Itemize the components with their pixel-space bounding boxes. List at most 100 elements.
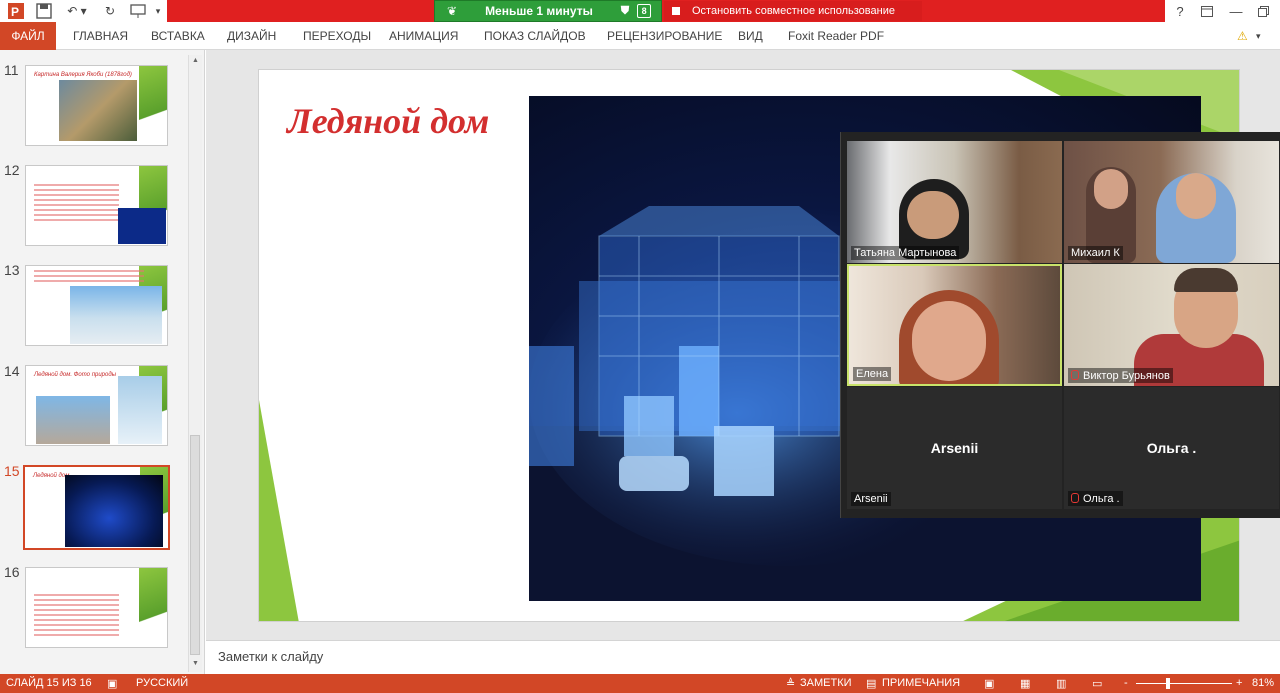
tab-slideshow[interactable]: ПОКАЗ СЛАЙДОВ — [484, 22, 586, 50]
warning-icon[interactable]: ⚠ — [1237, 22, 1248, 50]
thumb-painting — [59, 80, 137, 141]
sharing-timer-pill[interactable]: ❦ Меньше 1 минуты ⛊ 8 — [434, 0, 662, 22]
participant-tile[interactable]: Михаил К — [1064, 141, 1279, 263]
notes-button[interactable]: ЗАМЕТКИ — [800, 677, 852, 689]
thumb-photo — [70, 286, 162, 344]
spellcheck-icon[interactable]: ▣ — [107, 677, 117, 690]
participant-face — [907, 191, 959, 239]
notes-placeholder: Заметки к слайду — [218, 649, 324, 664]
recording-badge: 8 — [637, 4, 652, 18]
tab-design[interactable]: ДИЗАЙН — [227, 22, 276, 50]
ribbon-display-icon[interactable] — [1196, 2, 1218, 20]
participant-placeholder-name: Arsenii — [930, 440, 979, 456]
participant-name: Михаил К — [1068, 246, 1123, 260]
sharing-leaf-icon: ❦ — [447, 4, 458, 18]
title-bar: P ↶ ▾ ↻ ▾ ❦ Меньше 1 минуты ⛊ 8 Останови… — [0, 0, 1280, 22]
thumb-number: 14 — [4, 363, 20, 379]
tab-animation[interactable]: АНИМАЦИЯ — [389, 22, 458, 50]
powerpoint-logo-icon: P — [6, 2, 26, 20]
slide-thumbnail-14[interactable]: Ледяной дом. Фото природы — [25, 365, 168, 446]
slide-thumbnail-16[interactable] — [25, 567, 168, 648]
zoom-slider-thumb[interactable] — [1166, 678, 1170, 689]
tab-home[interactable]: ГЛАВНАЯ — [73, 22, 128, 50]
participant-hair — [1174, 268, 1238, 292]
svg-text:P: P — [11, 5, 19, 19]
thumb-title: Ледяной дом — [33, 473, 70, 479]
participant-name: Елена — [853, 367, 892, 381]
muted-mic-icon — [1071, 493, 1079, 503]
slide-title[interactable]: Ледяной дом — [287, 100, 489, 142]
collapse-icon[interactable]: ▾ — [1256, 22, 1261, 50]
slide-sorter-icon[interactable]: ▦ — [1020, 677, 1030, 690]
thumb-photo — [65, 475, 163, 547]
slide-thumbnail-12[interactable] — [25, 165, 168, 246]
undo-icon[interactable]: ↶ ▾ — [62, 2, 92, 20]
zoom-gallery-view[interactable]: Татьяна Мартынова Михаил К Елена Виктор … — [840, 132, 1280, 518]
stop-sharing-label: Остановить совместное использование — [692, 5, 895, 17]
thumb-decor — [139, 66, 167, 145]
language-indicator[interactable]: РУССКИЙ — [136, 677, 188, 689]
notes-pane[interactable]: Заметки к слайду — [206, 640, 1280, 674]
slide-thumbnail-13[interactable] — [25, 265, 168, 346]
slide-thumbnail-15[interactable]: Ледяной дом — [23, 465, 170, 550]
thumb-number: 16 — [4, 564, 20, 580]
stop-sharing-button[interactable]: Остановить совместное использование — [664, 1, 922, 21]
participant-name: Ольга . — [1068, 491, 1123, 506]
participant-name: Arsenii — [851, 492, 891, 506]
shield-icon: ⛊ — [620, 4, 630, 17]
participant-tile-active[interactable]: Елена — [847, 264, 1062, 386]
zoom-out-button[interactable]: - — [1124, 677, 1128, 689]
scroll-down-icon[interactable]: ▼ — [190, 660, 201, 670]
presentation-icon[interactable] — [128, 2, 148, 20]
participant-tile[interactable]: Arsenii Arsenii — [847, 387, 1062, 509]
status-bar: СЛАЙД 15 ИЗ 16 ▣ РУССКИЙ ≜ ЗАМЕТКИ ▤ ПРИ… — [0, 674, 1280, 693]
participant-tile[interactable]: Татьяна Мартынова — [847, 141, 1062, 263]
ribbon-tabs: ФАЙЛ ГЛАВНАЯ ВСТАВКА ДИЗАЙН ПЕРЕХОДЫ АНИ… — [0, 22, 1280, 50]
thumb-title: Ледяной дом. Фото природы — [34, 372, 117, 378]
thumb-text-lines — [34, 594, 119, 639]
participant-name: Татьяна Мартынова — [851, 246, 960, 260]
tab-transitions[interactable]: ПЕРЕХОДЫ — [303, 22, 371, 50]
participant-tile[interactable]: Виктор Бурьянов — [1064, 264, 1279, 386]
minimize-icon[interactable]: — — [1225, 2, 1247, 20]
thumb-text-lines — [34, 184, 119, 224]
reading-view-icon[interactable]: ▥ — [1056, 677, 1066, 690]
thumb-title: Картина Валерия Якоби (1878год) — [34, 72, 132, 78]
tab-file[interactable]: ФАЙЛ — [0, 22, 56, 50]
help-button[interactable]: ? — [1169, 2, 1191, 20]
thumb-photo — [118, 208, 166, 244]
redo-icon[interactable]: ↻ — [100, 2, 120, 20]
slide-counter: СЛАЙД 15 ИЗ 16 — [6, 677, 92, 689]
thumb-number: 12 — [4, 162, 20, 178]
slide-thumbnail-11[interactable]: Картина Валерия Якоби (1878год) — [25, 65, 168, 146]
scroll-thumb[interactable] — [190, 435, 200, 655]
thumb-photo — [118, 376, 162, 444]
thumb-text-lines — [34, 270, 144, 285]
zoom-in-button[interactable]: + — [1236, 677, 1242, 689]
customize-toolbar-icon[interactable]: ▾ — [152, 2, 164, 20]
tab-foxit[interactable]: Foxit Reader PDF — [788, 22, 884, 50]
thumb-number: 13 — [4, 262, 20, 278]
participant-face — [1176, 173, 1216, 219]
participant-face — [1094, 169, 1128, 209]
thumb-photo — [36, 396, 110, 444]
zoom-slider[interactable] — [1136, 683, 1232, 684]
tab-review[interactable]: РЕЦЕНЗИРОВАНИЕ — [607, 22, 722, 50]
participant-face — [912, 301, 986, 381]
participant-tile[interactable]: Ольга . Ольга . — [1064, 387, 1279, 509]
comments-button[interactable]: ПРИМЕЧАНИЯ — [882, 677, 960, 689]
tab-insert[interactable]: ВСТАВКА — [151, 22, 205, 50]
save-icon[interactable] — [34, 2, 54, 20]
scroll-up-icon[interactable]: ▲ — [190, 57, 201, 67]
participant-name: Виктор Бурьянов — [1068, 368, 1173, 383]
slideshow-icon[interactable]: ▭ — [1092, 677, 1102, 690]
sharing-timer-label: Меньше 1 минуты — [485, 4, 593, 18]
notes-icon: ≜ — [786, 678, 796, 690]
stop-square-icon — [672, 7, 680, 15]
zoom-level[interactable]: 81% — [1252, 677, 1274, 689]
tab-view[interactable]: ВИД — [738, 22, 763, 50]
restore-icon[interactable] — [1252, 2, 1274, 20]
thumb-number: 11 — [4, 62, 19, 78]
normal-view-icon[interactable]: ▣ — [984, 677, 994, 690]
muted-mic-icon — [1071, 370, 1079, 380]
